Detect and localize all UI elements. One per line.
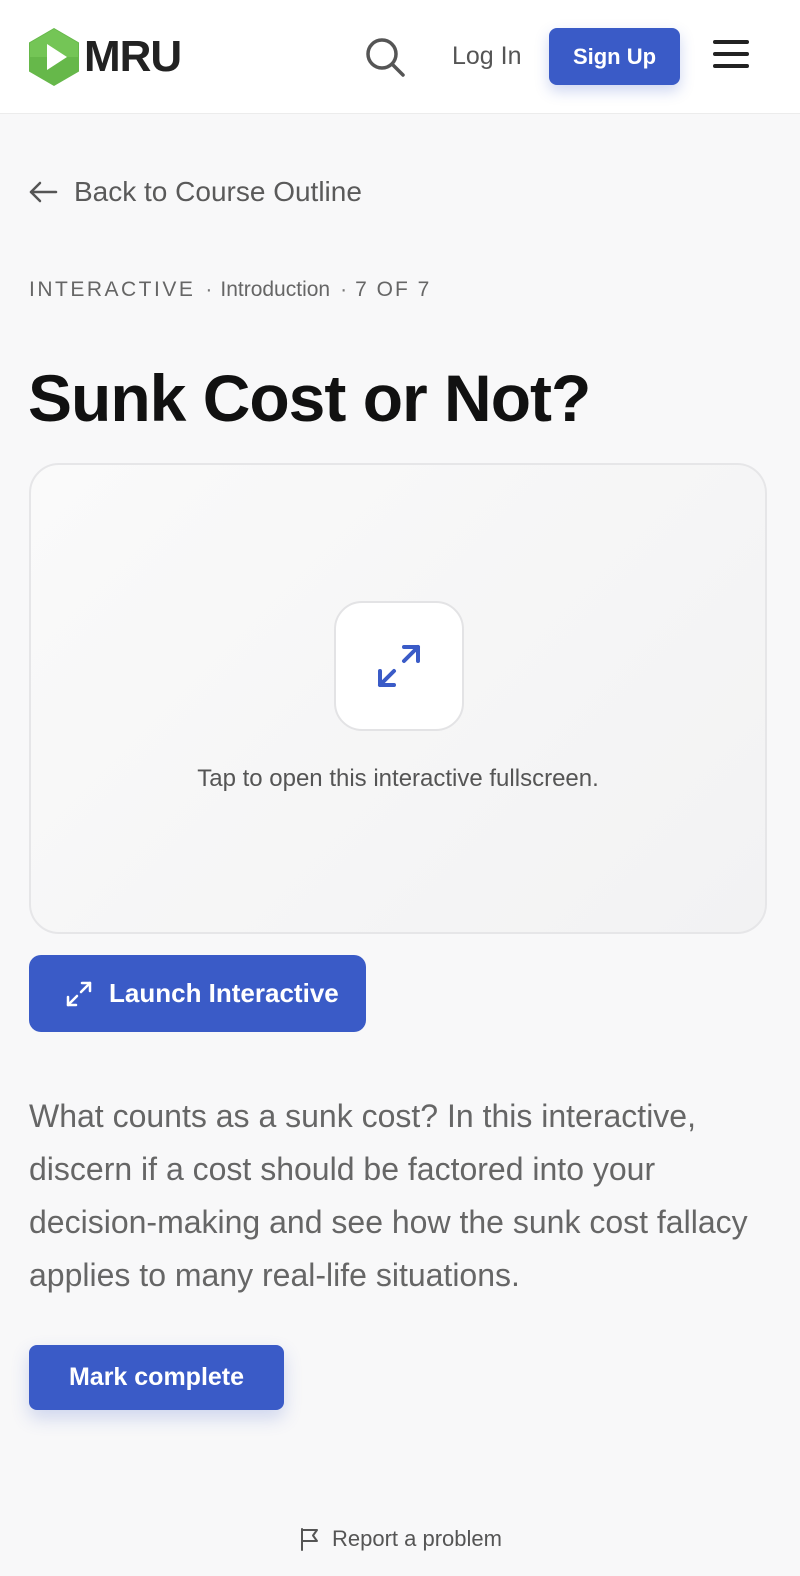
arrow-left-icon <box>29 181 58 203</box>
back-link-label: Back to Course Outline <box>74 176 362 207</box>
meta-separator: · <box>340 278 348 301</box>
lesson-count: 7 OF 7 <box>355 278 432 301</box>
embed-caption: Tap to open this interactive fullscreen. <box>197 765 599 792</box>
page-title: Sunk Cost or Not? <box>28 361 591 435</box>
signup-button[interactable]: Sign Up <box>549 28 680 85</box>
launch-interactive-button[interactable]: Launch Interactive <box>29 955 366 1032</box>
interactive-embed[interactable]: Tap to open this interactive fullscreen. <box>29 463 767 934</box>
launch-interactive-label: Launch Interactive <box>109 978 339 1008</box>
search-button[interactable] <box>364 36 406 78</box>
report-problem-label: Report a problem <box>332 1526 502 1551</box>
menu-button[interactable] <box>713 40 749 74</box>
logo-text: MRU <box>84 32 182 81</box>
site-header: MRU Log In Sign Up <box>0 0 800 114</box>
expand-tile[interactable] <box>334 601 464 731</box>
lesson-section: Introduction <box>220 278 331 301</box>
flag-icon <box>301 1528 318 1551</box>
lesson-description: What counts as a sunk cost? In this inte… <box>29 1098 748 1293</box>
report-problem-link[interactable]: Report a problem <box>300 1526 502 1552</box>
login-link[interactable]: Log In <box>452 40 522 72</box>
mark-complete-button[interactable]: Mark complete <box>29 1345 284 1410</box>
lesson-type: INTERACTIVE <box>29 278 196 301</box>
logo[interactable]: MRU <box>28 27 182 87</box>
expand-arrows-icon <box>378 645 420 687</box>
back-to-course-outline-link[interactable]: Back to Course Outline <box>28 176 362 208</box>
search-icon <box>366 38 405 77</box>
play-hexagon-icon <box>29 28 79 86</box>
expand-arrows-icon <box>66 981 92 1006</box>
meta-separator: · <box>205 278 213 301</box>
hamburger-menu-icon <box>713 40 749 68</box>
lesson-meta: INTERACTIVE · Introduction · 7 OF 7 <box>29 278 431 302</box>
